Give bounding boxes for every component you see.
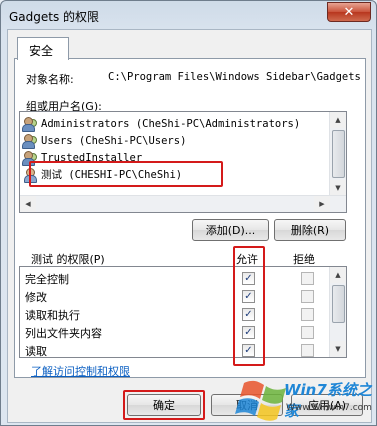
deny-header: 拒绝 xyxy=(293,253,315,266)
scroll-up-icon[interactable]: ▲ xyxy=(330,267,346,283)
watermark-brand: Win7系统之家 xyxy=(284,381,372,420)
scroll-down-icon[interactable]: ▼ xyxy=(330,341,346,357)
highlight-ok-button xyxy=(123,390,205,420)
close-button[interactable]: ✕ xyxy=(327,2,371,22)
highlight-allow-column xyxy=(233,246,265,366)
scroll-thumb[interactable] xyxy=(332,130,345,178)
tab-security[interactable]: 安全 xyxy=(17,37,69,60)
deny-checkbox[interactable] xyxy=(301,272,314,285)
tab-security-label: 安全 xyxy=(29,44,54,58)
watermark: Win7系统之家 Www.Winwin7.com xyxy=(224,373,374,425)
permission-row: 读取和执行 ✓ xyxy=(20,305,330,323)
remove-button[interactable]: 删除(R) xyxy=(274,219,346,241)
deny-checkbox[interactable] xyxy=(301,326,314,339)
add-button[interactable]: 添加(D)... xyxy=(192,219,269,241)
users-group-icon xyxy=(22,133,37,149)
scroll-left-icon[interactable]: ◀ xyxy=(20,196,36,212)
access-control-help-link[interactable]: 了解访问控制和权限 xyxy=(31,363,130,379)
permission-row: 读取 ✓ xyxy=(20,341,330,357)
window-title: Gadgets 的权限 xyxy=(9,10,100,24)
permissions-label: 测试 的权限(P) xyxy=(31,253,105,266)
permissions-dialog: Gadgets 的权限 ✕ 安全 对象名称: C:\Program Files\… xyxy=(0,0,377,426)
highlight-selected-user xyxy=(29,161,223,187)
deny-checkbox[interactable] xyxy=(301,308,314,321)
list-item[interactable]: Administrators (CheShi-PC\Administrators… xyxy=(22,115,322,132)
permission-row: 修改 ✓ xyxy=(20,287,330,305)
scroll-up-icon[interactable]: ▲ xyxy=(330,112,346,128)
permission-row: 完全控制 ✓ xyxy=(20,269,330,287)
scroll-down-icon[interactable]: ▼ xyxy=(330,180,346,196)
scroll-right-icon[interactable]: ▶ xyxy=(314,196,330,212)
permissions-scrollbar[interactable]: ▲ ▼ xyxy=(329,267,346,357)
permissions-list: 完全控制 ✓ 修改 ✓ 读取和执行 ✓ 列出文件夹内容 ✓ 读取 ✓ ▲ ▼ xyxy=(19,266,347,358)
object-name-label: 对象名称: xyxy=(26,73,74,86)
watermark-url: Www.Winwin7.com xyxy=(286,403,372,413)
object-name-value: C:\Program Files\Windows Sidebar\Gadgets xyxy=(108,71,361,83)
deny-checkbox[interactable] xyxy=(301,290,314,303)
list-horizontal-scrollbar[interactable]: ◀ ▶ xyxy=(20,195,346,212)
users-group-icon xyxy=(22,116,37,132)
scroll-thumb[interactable] xyxy=(332,285,345,323)
title-bar: Gadgets 的权限 ✕ xyxy=(1,1,376,29)
close-icon: ✕ xyxy=(343,4,355,20)
permission-row: 列出文件夹内容 ✓ xyxy=(20,323,330,341)
list-item[interactable]: Users (CheShi-PC\Users) xyxy=(22,132,322,149)
deny-checkbox[interactable] xyxy=(301,344,314,357)
